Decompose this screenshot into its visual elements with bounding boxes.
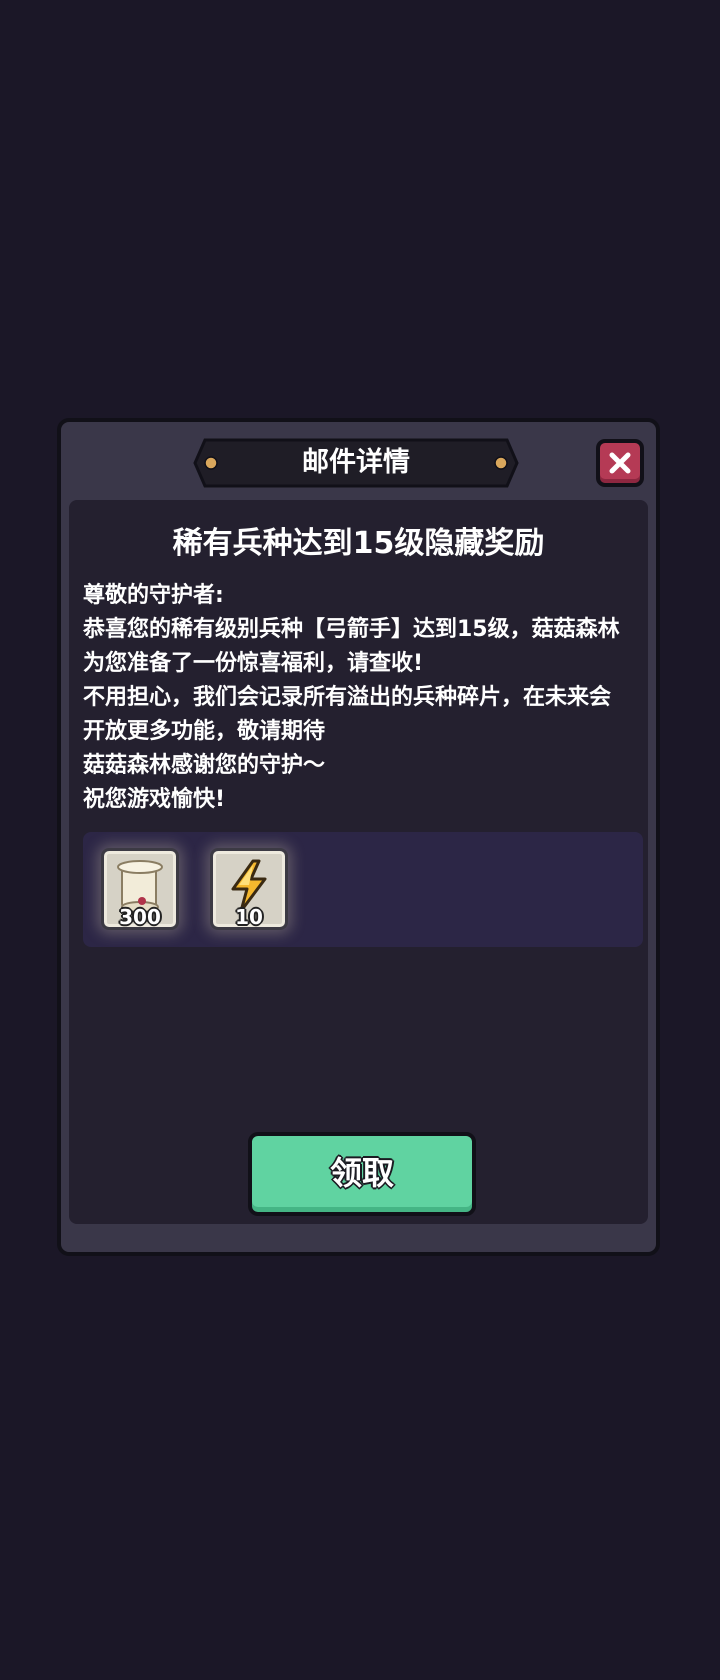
body-line: 菇菇森林感谢您的守护～	[83, 753, 326, 778]
close-icon	[609, 452, 631, 474]
reward-item-energy[interactable]: 10	[210, 848, 288, 930]
body-line: 为您准备了一份惊喜福利，请查收!	[83, 651, 424, 676]
reward-item-scroll[interactable]: 300	[101, 848, 179, 930]
close-button[interactable]	[596, 439, 644, 487]
header-plate: 邮件详情	[193, 438, 519, 488]
body-line: 祝您游戏愉快!	[83, 787, 226, 812]
body-line: 恭喜您的稀有级别兵种【弓箭手】达到15级，菇菇森林	[83, 617, 620, 642]
body-line: 不用担心，我们会记录所有溢出的兵种碎片，在未来会	[83, 685, 612, 710]
body-line: 尊敬的守护者:	[83, 583, 224, 608]
body-line: 开放更多功能，敬请期待	[83, 719, 326, 744]
reward-count: 300	[119, 905, 161, 929]
claim-button[interactable]: 领取	[248, 1132, 476, 1216]
mail-title: 稀有兵种达到15级隐藏奖励	[172, 526, 545, 561]
mail-detail-dialog: 邮件详情 稀有兵种达到15级隐藏奖励 尊敬的守护者: 恭喜您的稀有级别兵种【弓箭…	[57, 418, 660, 1256]
mail-body: 尊敬的守护者: 恭喜您的稀有级别兵种【弓箭手】达到15级，菇菇森林 为您准备了一…	[83, 579, 653, 817]
dialog-title: 邮件详情	[302, 447, 410, 478]
reward-count: 10	[235, 905, 263, 929]
reward-list: 300 10	[83, 832, 643, 947]
